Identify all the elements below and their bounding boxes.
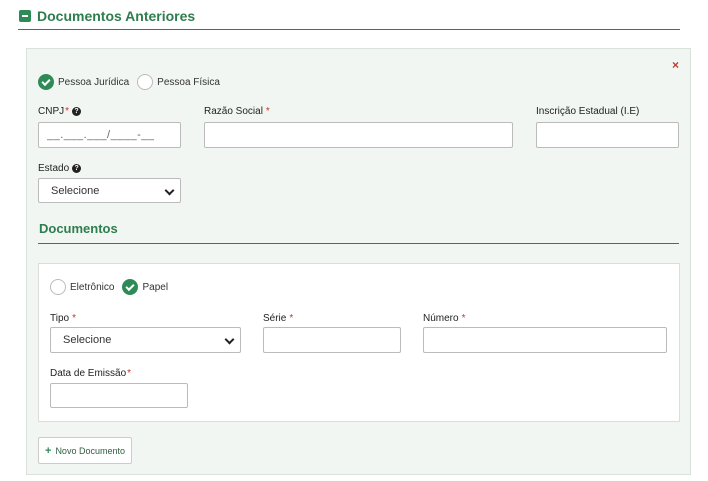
- radio-pessoa-fisica-label: Pessoa Física: [157, 76, 220, 88]
- document-card: Eletrônico Papel Tipo * Selecione Série * …: [38, 263, 680, 422]
- tipo-select[interactable]: Selecione: [50, 327, 241, 353]
- close-icon[interactable]: ×: [672, 59, 679, 71]
- radio-eletronico-label: Eletrônico: [70, 281, 115, 293]
- radio-papel-label: Papel: [142, 281, 169, 293]
- estado-select[interactable]: Selecione: [38, 178, 181, 203]
- numero-label: Número *: [423, 313, 466, 324]
- estado-select-value: Selecione: [51, 184, 100, 197]
- radio-papel[interactable]: [122, 279, 139, 295]
- radio-pessoa-juridica[interactable]: [38, 74, 54, 90]
- data-emissao-label: Data de Emissão*: [50, 368, 132, 379]
- previous-document-panel: × Pessoa Jurídica Pessoa Física CNPJ*? R…: [26, 48, 691, 475]
- inscricao-estadual-input[interactable]: [536, 122, 679, 148]
- data-emissao-input[interactable]: [50, 383, 188, 408]
- person-type-group: Pessoa Jurídica Pessoa Física: [38, 74, 228, 90]
- serie-label: Série *: [263, 313, 294, 324]
- document-type-group: Eletrônico Papel: [50, 279, 176, 295]
- chevron-down-icon: [164, 185, 175, 196]
- cnpj-input[interactable]: [38, 122, 181, 148]
- radio-pessoa-juridica-label: Pessoa Jurídica: [58, 76, 130, 88]
- chevron-down-icon: [224, 334, 235, 345]
- new-document-label: Novo Documento: [55, 445, 125, 456]
- help-icon[interactable]: ?: [72, 106, 82, 116]
- section-header: Documentos Anteriores: [18, 8, 680, 30]
- help-icon[interactable]: ?: [72, 163, 82, 173]
- documents-divider: [38, 243, 679, 244]
- cnpj-label: CNPJ*?: [38, 106, 82, 117]
- inscricao-estadual-label: Inscrição Estadual (I.E): [536, 106, 640, 117]
- radio-pessoa-fisica[interactable]: [137, 74, 154, 90]
- serie-input[interactable]: [263, 327, 401, 353]
- estado-label: Estado?: [38, 163, 82, 174]
- radio-eletronico[interactable]: [50, 279, 66, 295]
- documents-title: Documentos: [39, 221, 118, 236]
- tipo-select-value: Selecione: [63, 334, 112, 346]
- plus-icon: +: [45, 444, 52, 457]
- section-title: Documentos Anteriores: [37, 8, 196, 24]
- razao-social-label: Razão Social *: [204, 106, 270, 117]
- numero-input[interactable]: [423, 327, 667, 353]
- tipo-label: Tipo *: [50, 313, 76, 324]
- new-document-button[interactable]: + Novo Documento: [38, 437, 132, 464]
- collapse-icon[interactable]: [19, 10, 31, 22]
- razao-social-input[interactable]: [204, 122, 513, 148]
